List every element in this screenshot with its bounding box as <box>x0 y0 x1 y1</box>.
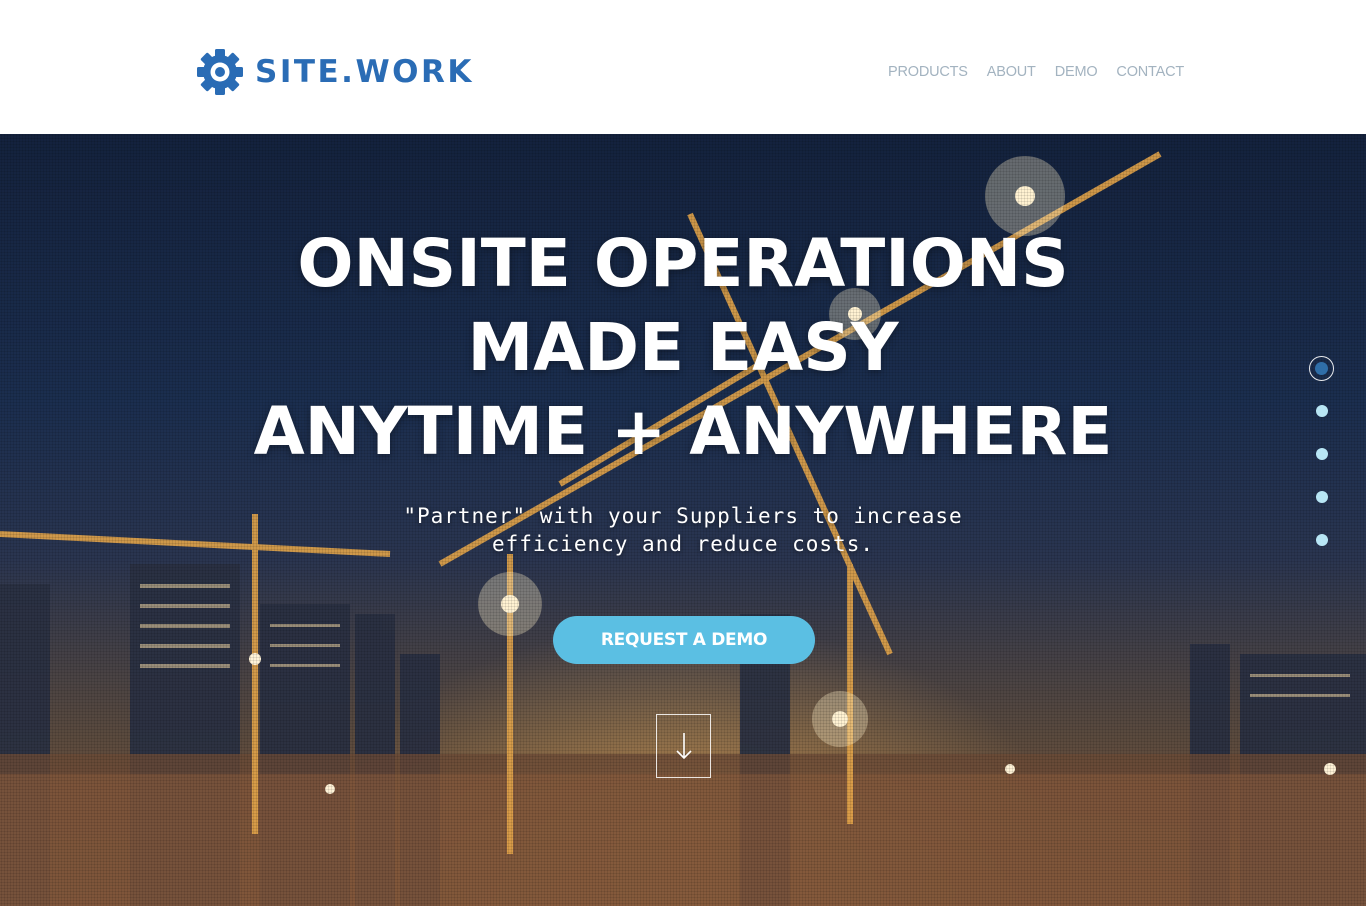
arrow-down-icon <box>675 733 692 760</box>
subline-line-2: efficiency and reduce costs. <box>491 532 874 556</box>
hero-subheadline: "Partner" with your Suppliers to increas… <box>0 502 1366 558</box>
scroll-down-button[interactable] <box>656 714 711 778</box>
slide-dot-2[interactable] <box>1316 405 1328 417</box>
slide-dot-4[interactable] <box>1316 491 1328 503</box>
nav-item-about[interactable]: ABOUT <box>987 64 1036 80</box>
headline-line-2: MADE EASY <box>467 309 899 386</box>
nav-item-contact[interactable]: CONTACT <box>1116 64 1184 80</box>
site-header: SITE.WORK PRODUCTS ABOUT DEMO CONTACT <box>0 0 1366 134</box>
nav-item-products[interactable]: PRODUCTS <box>888 64 968 80</box>
gear-icon <box>197 49 243 95</box>
main-nav: PRODUCTS ABOUT DEMO CONTACT <box>888 64 1203 80</box>
headline-line-1: ONSITE OPERATIONS <box>297 225 1069 302</box>
hero-section: ONSITE OPERATIONS MADE EASY ANYTIME + AN… <box>0 134 1366 906</box>
slide-dot-1-fill <box>1315 362 1328 375</box>
headline-line-3: ANYTIME + ANYWHERE <box>253 393 1113 470</box>
slide-dot-3[interactable] <box>1316 448 1328 460</box>
brand-name: SITE.WORK <box>255 54 474 90</box>
logo-link[interactable]: SITE.WORK <box>195 46 474 98</box>
nav-item-demo[interactable]: DEMO <box>1055 64 1098 80</box>
subline-line-1: "Partner" with your Suppliers to increas… <box>403 504 963 528</box>
request-demo-button[interactable]: REQUEST A DEMO <box>553 616 815 664</box>
slide-dot-1[interactable] <box>1309 356 1334 381</box>
slide-dot-5[interactable] <box>1316 534 1328 546</box>
hero-headline: ONSITE OPERATIONS MADE EASY ANYTIME + AN… <box>0 222 1366 474</box>
